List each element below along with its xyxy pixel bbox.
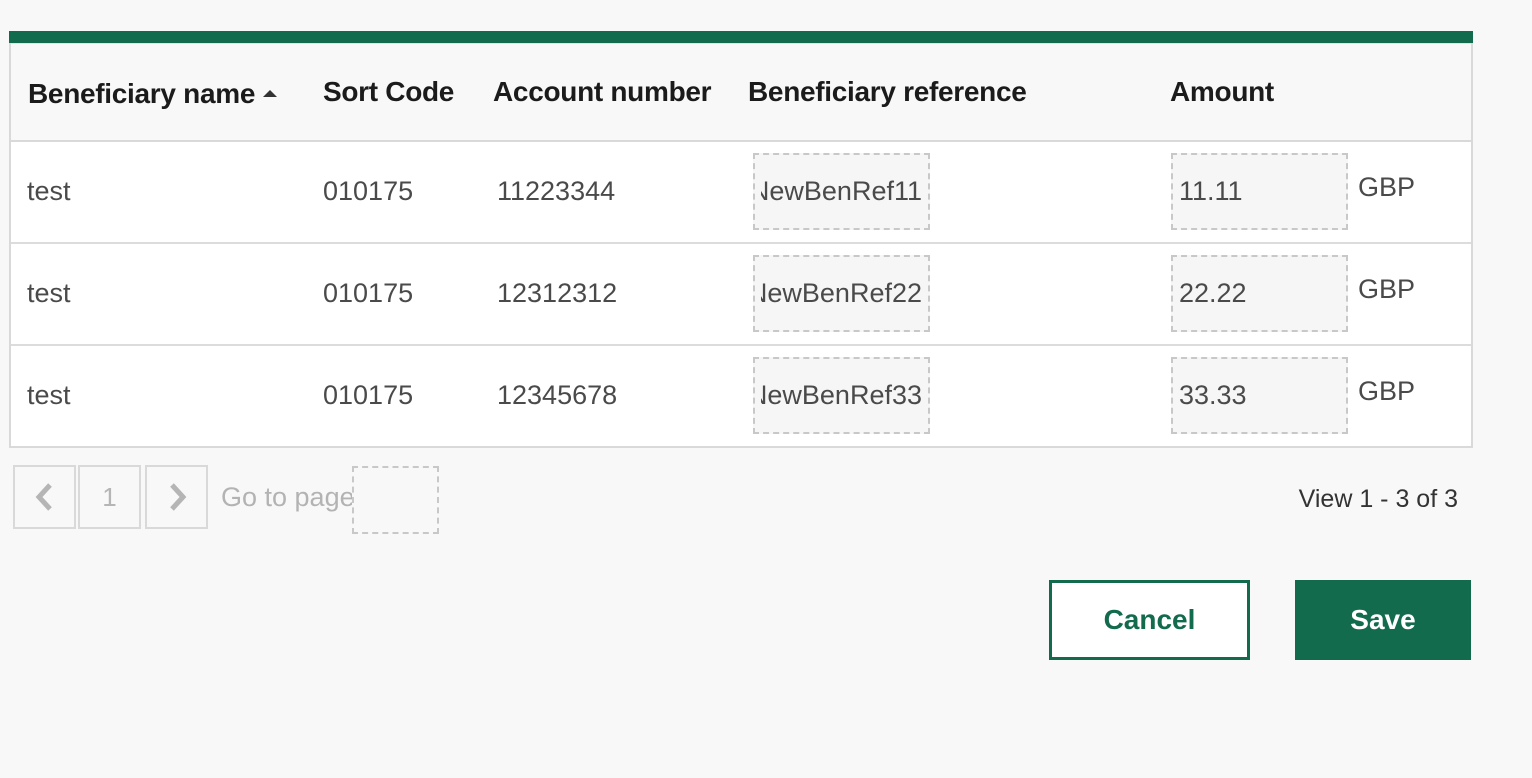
sort-code-cell: 010175 <box>323 380 414 410</box>
next-page-button[interactable] <box>145 465 208 529</box>
column-header-label: Beneficiary name <box>28 78 256 109</box>
beneficiary-name-cell: test <box>27 278 71 308</box>
currency-label: GBP <box>1358 274 1416 304</box>
beneficiary-reference-input[interactable] <box>753 255 930 332</box>
beneficiary-reference-input[interactable] <box>753 153 930 230</box>
column-header-account-number[interactable]: Account number <box>493 76 712 108</box>
beneficiary-reference-input[interactable] <box>753 357 930 434</box>
column-header-sort-code[interactable]: Sort Code <box>323 76 454 108</box>
amount-input[interactable] <box>1171 153 1348 230</box>
amount-input[interactable] <box>1171 255 1348 332</box>
save-button[interactable]: Save <box>1295 580 1471 660</box>
cancel-button[interactable]: Cancel <box>1049 580 1250 660</box>
table-row: test 010175 12345678 GBP <box>11 346 1471 446</box>
beneficiary-name-cell: test <box>27 176 71 206</box>
beneficiary-table: Beneficiary name Sort Code Account numbe… <box>9 31 1473 448</box>
amount-input[interactable] <box>1171 357 1348 434</box>
table-header: Beneficiary name Sort Code Account numbe… <box>11 43 1471 142</box>
column-header-beneficiary-name[interactable]: Beneficiary name <box>28 78 278 110</box>
previous-page-button[interactable] <box>13 465 76 529</box>
go-to-page-input[interactable] <box>352 466 439 534</box>
sort-code-cell: 010175 <box>323 278 414 308</box>
table-row: test 010175 12312312 GBP <box>11 244 1471 346</box>
account-number-cell: 12312312 <box>497 278 618 308</box>
account-number-cell: 12345678 <box>497 380 618 410</box>
chevron-left-icon <box>35 483 52 511</box>
go-to-page-label: Go to page <box>221 482 355 512</box>
current-page-number: 1 <box>102 481 117 512</box>
sort-ascending-icon[interactable] <box>263 90 278 97</box>
sort-code-cell: 010175 <box>323 176 414 206</box>
column-header-amount[interactable]: Amount <box>1170 76 1274 108</box>
current-page-indicator[interactable]: 1 <box>78 465 141 529</box>
currency-label: GBP <box>1358 376 1416 406</box>
table-row: test 010175 11223344 GBP <box>11 142 1471 244</box>
beneficiary-name-cell: test <box>27 380 71 410</box>
column-header-beneficiary-reference[interactable]: Beneficiary reference <box>748 76 1027 108</box>
account-number-cell: 11223344 <box>497 176 616 206</box>
table-accent-bar <box>9 31 1473 43</box>
view-count-text: View 1 - 3 of 3 <box>1298 485 1458 513</box>
chevron-right-icon <box>169 483 186 511</box>
currency-label: GBP <box>1358 172 1416 202</box>
